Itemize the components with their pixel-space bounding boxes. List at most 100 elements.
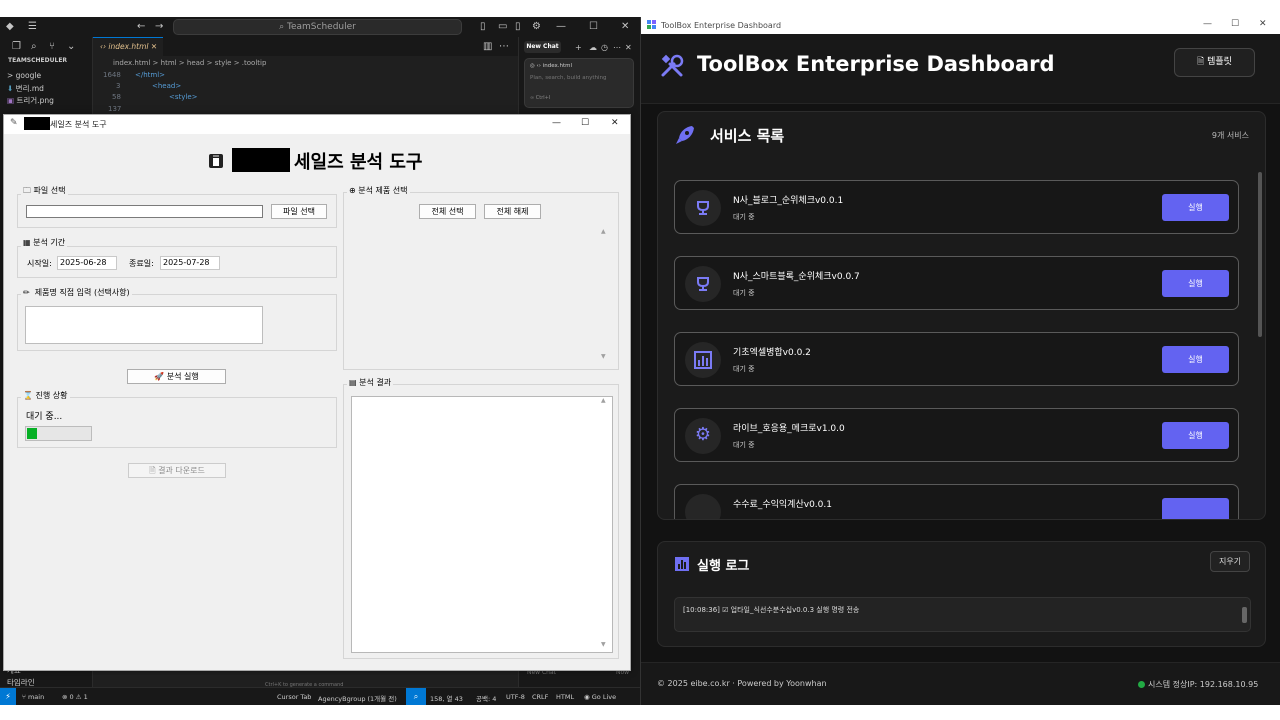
service-card: ⚙ 라이브_호응용_메크로v1.0.0 대기 중 실행 [674, 408, 1239, 462]
run-service-button[interactable]: 실행 [1162, 270, 1229, 297]
footer-copyright: © 2025 eibe.co.kr · Powered by Yoonwhan [657, 679, 827, 688]
back-arrow-icon[interactable]: ← [137, 21, 145, 33]
code-line[interactable]: <head> [152, 82, 181, 90]
search-icon[interactable]: ⌕ [31, 41, 37, 53]
toggle-panel-icon[interactable]: ▭ [498, 21, 507, 33]
files-icon[interactable]: ❐ [12, 41, 21, 53]
maximize-icon[interactable]: ☐ [1231, 19, 1239, 29]
trophy-icon [697, 201, 709, 215]
minimize-icon[interactable]: — [552, 118, 561, 128]
scroll-up-arrow-icon[interactable]: ▲ [601, 397, 606, 404]
services-scrollbar[interactable] [1258, 172, 1262, 337]
clear-log-button[interactable]: 지우기 [1210, 551, 1250, 572]
new-chat-button[interactable]: New Chat [524, 41, 561, 53]
explorer-item[interactable]: > google [7, 71, 41, 80]
close-icon[interactable]: ✕ [611, 118, 619, 128]
explorer-item[interactable]: ▣ 트리거.png [7, 95, 54, 106]
forward-arrow-icon[interactable]: → [155, 21, 163, 33]
template-button[interactable]: 🗎 템플릿 [1174, 48, 1255, 77]
language-status[interactable]: HTML [556, 693, 574, 701]
problems-status[interactable]: ⊗ 0 ⚠ 1 [62, 693, 88, 701]
product-input-group-label: ✏ 제품명 직접 입력 (선택사항) [21, 287, 132, 298]
run-service-button[interactable]: 실행 [1162, 194, 1229, 221]
run-service-button[interactable] [1162, 498, 1229, 519]
scroll-down-arrow-icon[interactable]: ▼ [601, 353, 606, 360]
run-analysis-button[interactable]: 🚀 분석 실행 [127, 369, 226, 384]
cursor-position[interactable]: 158, 열 43 [430, 693, 463, 703]
service-status: 대기 중 [733, 213, 755, 221]
encoding-status[interactable]: UTF-8 [506, 693, 525, 701]
vscode-titlebar: ◆ ☰ ← → ⌕ TeamScheduler ▯ ▭ ▯ ⚙ — ☐ ✕ [0, 17, 640, 37]
service-card: 기초엑셀병합v0.0.2 대기 중 실행 [674, 332, 1239, 386]
scroll-up-arrow-icon[interactable]: ▲ [601, 228, 606, 235]
go-live-status[interactable]: ◉ Go Live [584, 693, 616, 701]
indent-status[interactable]: 공백: 4 [476, 693, 496, 703]
cloud-icon[interactable]: ☁ [589, 42, 597, 54]
chat-input-box[interactable]: ◎ ‹› index.html Plan, search, build anyt… [524, 58, 634, 108]
maximize-icon[interactable]: ☐ [589, 21, 598, 33]
product-name-textarea[interactable] [25, 306, 263, 344]
more-actions-icon[interactable]: ⋯ [499, 41, 509, 53]
chat-context-file[interactable]: ◎ ‹› index.html [530, 63, 572, 69]
minimize-icon[interactable]: — [1203, 19, 1212, 29]
minimize-icon[interactable]: — [556, 21, 566, 33]
bar-chart-icon [694, 351, 712, 369]
settings-gear-icon[interactable]: ⚙ [532, 21, 541, 33]
remote-icon[interactable]: ⚡ [0, 688, 16, 705]
log-output[interactable]: [10:08:36] ☑ 업타일_식선수분수십v0.0.3 실행 명령 전송 [674, 597, 1251, 632]
log-panel: 실행 로그 지우기 [10:08:36] ☑ 업타일_식선수분수십v0.0.3 … [657, 541, 1266, 647]
chevron-down-icon[interactable]: ⌄ [67, 41, 75, 53]
close-icon[interactable]: ✕ [621, 21, 629, 33]
eol-status[interactable]: CRLF [532, 693, 548, 701]
status-dot-icon [1138, 681, 1145, 688]
bar-chart-icon [675, 557, 689, 571]
menu-icon[interactable]: ☰ [28, 21, 37, 33]
tk-window-title: 세일즈 분석 도구 [50, 120, 107, 129]
command-search-box[interactable]: ⌕ TeamScheduler [173, 19, 462, 35]
file-select-button[interactable]: 파일 선택 [271, 204, 327, 219]
progress-bar-fill [27, 428, 37, 439]
select-all-button[interactable]: 전체 선택 [419, 204, 476, 219]
file-path-input[interactable] [26, 205, 263, 218]
chat-mode-chip[interactable]: ∞ Ctrl+I [530, 95, 550, 101]
explorer-item[interactable]: ⬇ 변리.md [7, 83, 44, 94]
editor-tabs: ‹› index.html ✕ ▥ ⋯ [93, 37, 518, 56]
period-group-label: ▦ 분석 기간 [21, 237, 68, 248]
end-date-input[interactable]: 2025-07-28 [160, 256, 220, 270]
toggle-secondary-sidebar-icon[interactable]: ▯ [515, 21, 521, 33]
service-status: 대기 중 [733, 441, 755, 449]
product-input-group-text: 제품명 직접 입력 (선택사항) [34, 288, 130, 297]
feather-icon: ✎ [10, 118, 18, 128]
code-line[interactable]: </html> [135, 71, 165, 79]
branch-label: main [27, 693, 45, 701]
service-status: 대기 중 [733, 365, 755, 373]
services-panel: 서비스 목록 9개 서비스 N사_블로그_순위체크v0.0.1 대기 중 실행 … [657, 111, 1266, 520]
start-date-input[interactable]: 2025-06-28 [57, 256, 117, 270]
cursor-tab-status[interactable]: Cursor Tab [277, 693, 311, 701]
add-icon[interactable]: + [575, 42, 582, 54]
deselect-all-button[interactable]: 전체 해제 [484, 204, 541, 219]
source-control-icon[interactable]: ⑂ [49, 41, 55, 53]
explorer-item-label: 변리.md [15, 84, 44, 93]
run-service-button[interactable]: 실행 [1162, 346, 1229, 373]
line-number: 58 [112, 93, 121, 101]
download-results-button[interactable]: 🗎 결과 다운로드 [128, 463, 226, 478]
maximize-icon[interactable]: ☐ [581, 118, 589, 128]
branch-status[interactable]: ⑂ main [22, 693, 44, 701]
close-panel-icon[interactable]: ✕ [625, 42, 632, 54]
run-service-button[interactable]: 실행 [1162, 422, 1229, 449]
zoom-search-icon[interactable]: ⌕ [406, 688, 426, 705]
agency-status[interactable]: AgencyBgroup (1개월 전) [318, 693, 397, 703]
tab-index-html[interactable]: ‹› index.html ✕ [93, 37, 163, 56]
more-icon[interactable]: ⋯ [613, 42, 621, 54]
code-line[interactable]: <style> [169, 93, 198, 101]
service-icon-wrap: ⚙ [685, 418, 721, 454]
toggle-sidebar-icon[interactable]: ▯ [480, 21, 486, 33]
scroll-down-arrow-icon[interactable]: ▼ [601, 641, 606, 648]
result-textbox[interactable] [351, 396, 613, 653]
split-editor-icon[interactable]: ▥ [483, 41, 492, 53]
breadcrumb[interactable]: index.html > html > head > style > .tool… [113, 59, 266, 67]
history-icon[interactable]: ◷ [601, 42, 608, 54]
close-icon[interactable]: ✕ [1259, 19, 1267, 29]
log-scrollbar[interactable] [1242, 607, 1247, 623]
